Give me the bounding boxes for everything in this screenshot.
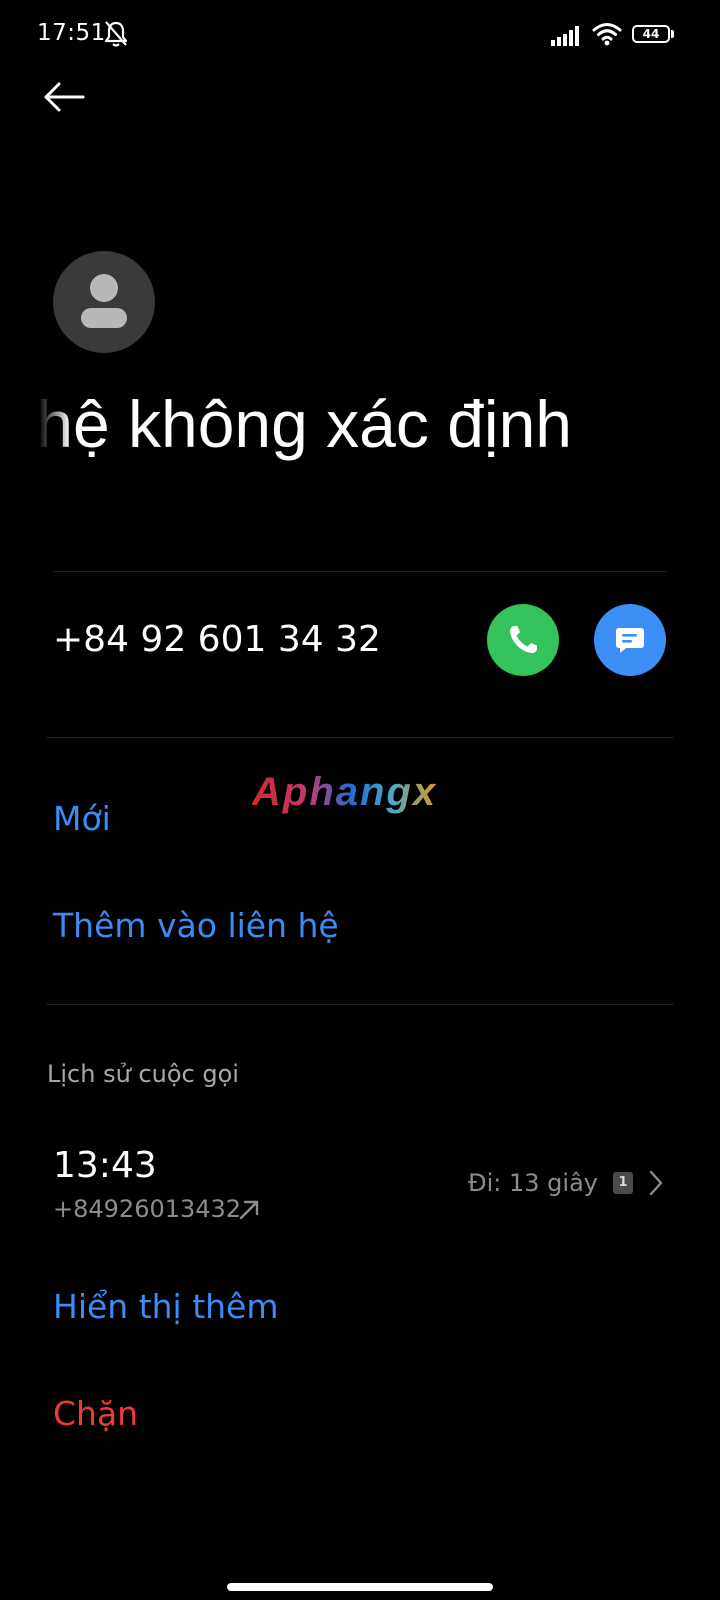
- signal-icon: [551, 26, 579, 46]
- watermark-logo: Aphangx: [252, 770, 438, 814]
- home-indicator[interactable]: [227, 1583, 493, 1591]
- bell-off-icon: [104, 21, 128, 47]
- contact-name-text: Liên hệ không xác định: [0, 387, 572, 461]
- person-icon: [81, 274, 127, 328]
- battery-cap: [671, 30, 674, 38]
- call-history-header: Lịch sử cuộc gọi: [47, 1060, 239, 1088]
- message-icon: [616, 628, 644, 653]
- call-button[interactable]: [487, 604, 559, 676]
- phone-number: +84 92 601 34 32: [53, 619, 381, 660]
- status-time: 17:51: [37, 20, 106, 46]
- call-duration: Đi: 13 giây: [468, 1169, 598, 1197]
- back-button[interactable]: [36, 72, 92, 122]
- status-bar: 17:51 44: [0, 0, 720, 70]
- message-button[interactable]: [594, 604, 666, 676]
- sim-badge: 1: [613, 1172, 633, 1194]
- outgoing-arrow-icon: [239, 1200, 259, 1220]
- divider: [46, 737, 674, 738]
- block-link[interactable]: Chặn: [53, 1392, 138, 1436]
- wifi-icon: [592, 23, 622, 46]
- chevron-right-icon[interactable]: [648, 1169, 664, 1197]
- call-time: 13:43: [53, 1145, 157, 1186]
- new-contact-link[interactable]: Mới: [53, 797, 111, 841]
- battery-level: 44: [642, 27, 660, 41]
- show-more-link[interactable]: Hiển thị thêm: [53, 1285, 279, 1329]
- divider: [46, 1004, 674, 1005]
- contact-name: Liên hệ không xác định: [0, 384, 720, 464]
- battery-icon: 44: [632, 25, 674, 45]
- divider: [53, 571, 667, 572]
- arrow-left-icon: [44, 82, 85, 112]
- add-to-contact-link[interactable]: Thêm vào liên hệ: [53, 904, 339, 948]
- call-number: +84926013432: [53, 1195, 242, 1223]
- phone-icon: [510, 626, 537, 653]
- avatar: [53, 251, 155, 353]
- name-fade: [0, 384, 70, 464]
